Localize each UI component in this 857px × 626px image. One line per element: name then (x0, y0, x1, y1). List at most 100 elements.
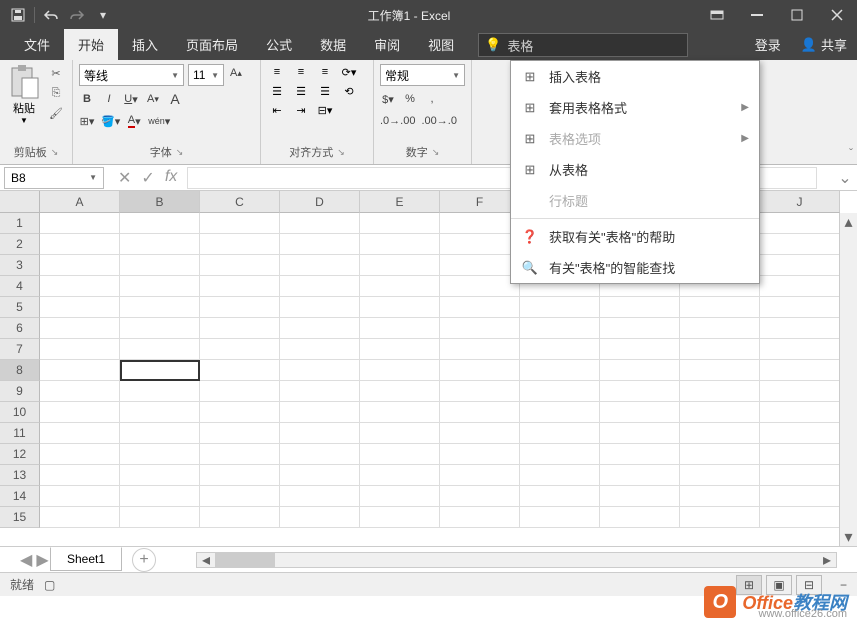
cell[interactable] (520, 402, 600, 423)
cell[interactable] (760, 381, 840, 402)
cell[interactable] (360, 402, 440, 423)
cell[interactable] (120, 465, 200, 486)
cell[interactable] (760, 423, 840, 444)
cell[interactable] (40, 444, 120, 465)
cell[interactable] (360, 297, 440, 318)
cell[interactable] (280, 339, 360, 360)
cell[interactable] (280, 360, 360, 381)
cell[interactable] (360, 213, 440, 234)
add-sheet-button[interactable]: + (132, 548, 156, 572)
name-box[interactable]: B8▼ (4, 167, 104, 189)
decrease-decimal-icon[interactable]: .00→.0 (421, 112, 456, 130)
cell[interactable] (200, 339, 280, 360)
cell[interactable] (360, 339, 440, 360)
cell[interactable] (40, 297, 120, 318)
cell[interactable] (680, 507, 760, 528)
align-left-icon[interactable]: ☰ (267, 83, 287, 99)
cell[interactable] (200, 234, 280, 255)
font-size-select[interactable]: 11▼ (188, 64, 224, 86)
cell[interactable] (680, 339, 760, 360)
cell[interactable] (440, 465, 520, 486)
cell[interactable] (280, 402, 360, 423)
cell[interactable] (680, 402, 760, 423)
cell[interactable] (440, 318, 520, 339)
cell[interactable] (200, 255, 280, 276)
cell[interactable] (360, 465, 440, 486)
tab-home[interactable]: 开始 (64, 29, 118, 60)
cell[interactable] (760, 360, 840, 381)
dd-table-style[interactable]: ⊞ 套用表格格式 ▶ (511, 92, 759, 123)
cell[interactable] (520, 297, 600, 318)
cell[interactable] (120, 339, 200, 360)
minimize-button[interactable] (737, 0, 777, 30)
cell[interactable] (280, 234, 360, 255)
cell[interactable] (360, 423, 440, 444)
save-icon[interactable] (8, 5, 28, 25)
cell[interactable] (440, 297, 520, 318)
row-header[interactable]: 11 (0, 423, 40, 444)
share-button[interactable]: 👤共享 (791, 29, 857, 60)
cell[interactable] (40, 381, 120, 402)
cell[interactable] (360, 360, 440, 381)
cell[interactable] (680, 444, 760, 465)
cell[interactable] (440, 444, 520, 465)
dd-help[interactable]: ❓ 获取有关"表格"的帮助 (511, 221, 759, 252)
col-header[interactable]: J (760, 191, 840, 213)
cell[interactable] (120, 318, 200, 339)
italic-button[interactable]: I (101, 90, 117, 108)
row-header[interactable]: 2 (0, 234, 40, 255)
cell[interactable] (120, 276, 200, 297)
cell[interactable] (680, 381, 760, 402)
row-header[interactable]: 15 (0, 507, 40, 528)
cell[interactable] (440, 402, 520, 423)
cell[interactable] (680, 297, 760, 318)
cell[interactable] (680, 465, 760, 486)
col-header[interactable]: C (200, 191, 280, 213)
underline-button[interactable]: U▾ (123, 90, 139, 108)
increase-font-icon[interactable]: A▴ (228, 64, 244, 82)
cell[interactable] (440, 381, 520, 402)
clipboard-launcher[interactable]: ↘ (51, 147, 59, 158)
cell[interactable] (280, 318, 360, 339)
cell[interactable] (440, 213, 520, 234)
cell[interactable] (40, 255, 120, 276)
vertical-scrollbar[interactable]: ▴ ▾ (839, 213, 857, 546)
cell[interactable] (600, 297, 680, 318)
cell[interactable] (120, 444, 200, 465)
cell[interactable] (280, 444, 360, 465)
dd-insert-table[interactable]: ⊞ 插入表格 (511, 61, 759, 92)
row-header[interactable]: 3 (0, 255, 40, 276)
cell[interactable] (40, 465, 120, 486)
cell[interactable] (120, 234, 200, 255)
cell[interactable] (520, 318, 600, 339)
comma-button[interactable]: , (424, 90, 440, 108)
cell[interactable] (680, 360, 760, 381)
cell[interactable] (520, 381, 600, 402)
cell[interactable] (360, 444, 440, 465)
cell[interactable] (520, 465, 600, 486)
tab-insert[interactable]: 插入 (118, 29, 172, 60)
row-header[interactable]: 12 (0, 444, 40, 465)
cell[interactable] (280, 465, 360, 486)
sheet-nav-next-icon[interactable]: ▶ (36, 550, 48, 570)
tellme-search[interactable]: 💡 表格 (478, 33, 688, 57)
cell[interactable] (120, 423, 200, 444)
dd-smart-lookup[interactable]: 🔍 有关"表格"的智能查找 (511, 252, 759, 283)
wrap-text-icon[interactable]: ⟲ (339, 83, 359, 99)
cell[interactable] (440, 339, 520, 360)
cell[interactable] (520, 507, 600, 528)
row-header[interactable]: 8 (0, 360, 40, 381)
horizontal-scrollbar[interactable]: ◂ ▸ (196, 552, 837, 568)
dd-from-table[interactable]: ⊞ 从表格 (511, 154, 759, 185)
cell[interactable] (40, 276, 120, 297)
cell[interactable] (600, 402, 680, 423)
cut-icon[interactable]: ✂ (46, 64, 66, 82)
cell[interactable] (680, 423, 760, 444)
undo-button[interactable] (41, 5, 61, 25)
sheet-tab-sheet1[interactable]: Sheet1 (50, 547, 122, 571)
align-top-icon[interactable]: ≡ (267, 64, 287, 80)
login-button[interactable]: 登录 (745, 29, 791, 60)
scroll-down-icon[interactable]: ▾ (840, 528, 857, 546)
cell[interactable] (120, 297, 200, 318)
cell[interactable] (280, 255, 360, 276)
